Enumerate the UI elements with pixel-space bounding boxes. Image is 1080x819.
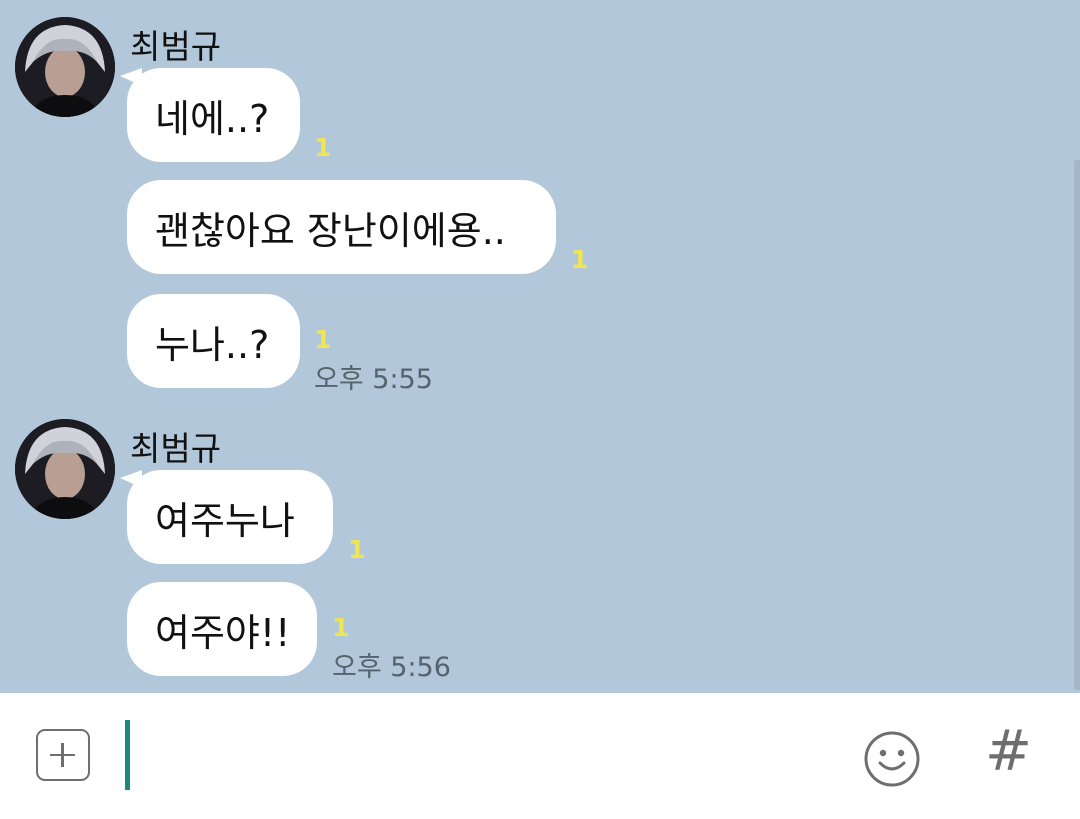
hash-icon[interactable]: #: [985, 724, 1032, 780]
avatar[interactable]: [15, 17, 115, 117]
message-bubble[interactable]: 네에..?: [127, 68, 300, 162]
message-bubble[interactable]: 여주야!!: [127, 582, 317, 676]
text-cursor[interactable]: [125, 720, 130, 790]
scroll-indicator[interactable]: [1074, 160, 1080, 690]
message-text: 여주야!!: [155, 610, 291, 655]
message-time: 오후 5:55: [314, 364, 433, 395]
unread-count: 1: [571, 245, 589, 274]
unread-count: 1: [314, 133, 332, 162]
message-text: 괜찮아요 장난이에용..: [155, 208, 506, 253]
plus-square-icon[interactable]: [36, 729, 90, 781]
sender-name: 최범규: [130, 429, 222, 468]
profile-photo: [15, 17, 115, 117]
message-time: 오후 5:56: [332, 652, 451, 683]
unread-count: 1: [348, 535, 366, 564]
unread-count: 1: [332, 613, 350, 642]
message-bubble[interactable]: 여주누나: [127, 470, 333, 564]
message-text: 누나..?: [155, 322, 270, 367]
message-bubble[interactable]: 누나..?: [127, 294, 300, 388]
smiley-icon[interactable]: [862, 729, 922, 789]
profile-photo: [15, 419, 115, 519]
avatar[interactable]: [15, 419, 115, 519]
sender-name: 최범규: [130, 27, 222, 66]
message-bubble[interactable]: 괜찮아요 장난이에용..: [127, 180, 556, 274]
chat-area[interactable]: 최범규 네에..? 1 괜찮아요 장난이에용.. 1 누나..? 1 오후 5:…: [0, 0, 1080, 693]
unread-count: 1: [314, 325, 332, 354]
message-text: 네에..?: [155, 96, 270, 141]
message-text: 여주누나: [155, 498, 295, 543]
